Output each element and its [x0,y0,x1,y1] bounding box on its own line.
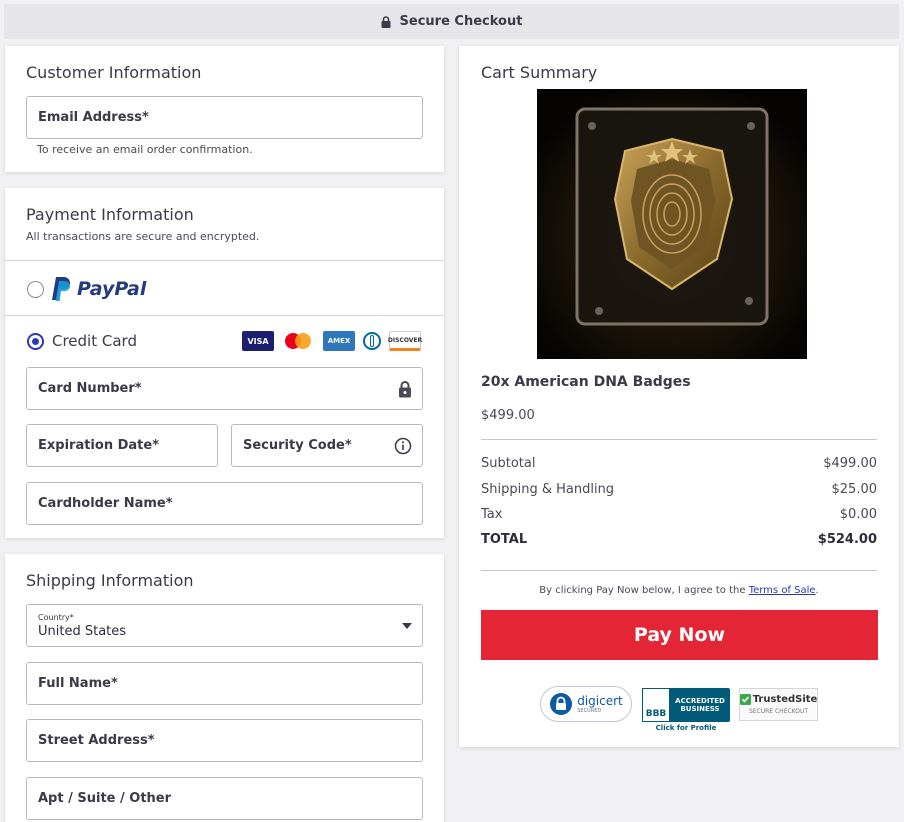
digicert-badge[interactable]: digicert SECURED [540,686,632,722]
digicert-label: digicert [577,693,623,708]
terms-of-sale-link[interactable]: Terms of Sale [749,585,816,596]
secure-checkout-bar: Secure Checkout [4,4,899,39]
tax-value: $0.00 [839,507,877,522]
apt-suite-label: Apt / Suite / Other [38,791,172,806]
payment-info-subtitle: All transactions are secure and encrypte… [26,230,260,243]
customer-info-title: Customer Information [26,63,202,82]
visa-icon: VISA [242,331,274,351]
chevron-down-icon [402,622,412,629]
paypal-radio[interactable] [27,280,44,298]
payment-info-title: Payment Information [26,205,194,224]
terms-prefix: By clicking Pay Now below, I agree to th… [539,585,749,596]
product-image [537,89,807,359]
street-address-field[interactable]: Street Address* [26,719,423,762]
paypal-logo-icon [52,277,70,301]
lock-icon [381,15,391,28]
card-number-field[interactable]: Card Number* [26,367,423,410]
payment-information-card: Payment Information All transactions are… [5,188,444,538]
email-field[interactable]: Email Address* [26,96,423,139]
tax-label: Tax [481,507,503,522]
card-brand-logos: VISA AMEX DISCOVER [238,331,422,351]
total-label: TOTAL [481,532,528,547]
bbb-accredited-text: ACCREDITED BUSINESS [675,697,725,713]
country-value: United States [38,623,127,639]
cardholder-name-field[interactable]: Cardholder Name* [26,482,423,525]
cart-summary-title: Cart Summary [481,63,598,82]
credit-card-radio[interactable] [27,332,44,350]
subtotal-value: $499.00 [823,456,877,471]
expiration-date-field[interactable]: Expiration Date* [26,424,218,467]
security-code-field[interactable]: Security Code* [231,424,423,467]
security-code-label: Security Code* [243,438,352,453]
paypal-option[interactable]: PayPal [27,276,146,302]
divider [481,570,877,571]
bbb-badge[interactable]: BBB ACCREDITED BUSINESS Click for Profil… [642,687,730,733]
shipping-value: $25.00 [831,482,878,497]
total-row: TOTAL $524.00 [481,532,877,547]
apt-suite-field[interactable]: Apt / Suite / Other [26,777,423,820]
paypal-label: PayPal [77,278,147,300]
email-help-text: To receive an email order confirmation. [37,143,253,156]
tax-row: Tax $0.00 [481,507,877,522]
product-name: 20x American DNA Badges [481,374,691,390]
subtotal-label: Subtotal [481,456,536,471]
street-address-label: Street Address* [38,733,155,748]
amex-icon: AMEX [323,331,355,351]
full-name-label: Full Name* [38,676,118,691]
diners-icon [361,331,383,351]
cart-summary-card: Cart Summary 20x American DNA Badges $49… [459,46,899,747]
terms-text: By clicking Pay Now below, I agree to th… [481,585,877,596]
card-number-label: Card Number* [38,381,142,396]
divider [5,260,444,261]
product-price: $499.00 [481,408,535,423]
checkmark-icon [739,694,751,705]
secure-checkout-title: Secure Checkout [399,14,523,29]
credit-card-option[interactable]: Credit Card [27,332,137,350]
shipping-info-title: Shipping Information [26,571,194,590]
shipping-row: Shipping & Handling $25.00 [481,482,877,497]
info-icon[interactable] [394,437,412,455]
expiration-date-label: Expiration Date* [38,438,159,453]
shipping-information-card: Shipping Information Country* United Sta… [5,554,444,822]
cardholder-name-label: Cardholder Name* [38,496,173,511]
mastercard-icon [282,331,314,351]
divider [481,439,877,440]
shipping-label: Shipping & Handling [481,482,615,497]
digicert-lock-icon [550,693,573,715]
country-select[interactable]: Country* United States [26,604,423,647]
divider [5,315,444,316]
total-value: $524.00 [817,532,877,547]
lock-icon [399,380,411,397]
trustedsite-badge[interactable]: TrustedSite SECURE CHECKOUT [739,688,818,721]
digicert-sub: SECURED [577,707,602,714]
subtotal-row: Subtotal $499.00 [481,456,877,471]
trustedsite-label: TrustedSite [752,694,818,705]
customer-information-card: Customer Information Email Address* To r… [5,46,444,172]
full-name-field[interactable]: Full Name* [26,662,423,705]
country-label: Country* [38,612,74,622]
discover-icon: DISCOVER [388,331,422,351]
pay-now-button[interactable]: Pay Now [481,610,878,660]
credit-card-label: Credit Card [52,332,137,350]
terms-suffix: . [815,585,819,596]
trustedsite-sub: SECURE CHECKOUT [748,708,809,715]
bbb-logo: BBB [642,688,670,722]
bbb-click-profile: Click for Profile [655,724,717,732]
